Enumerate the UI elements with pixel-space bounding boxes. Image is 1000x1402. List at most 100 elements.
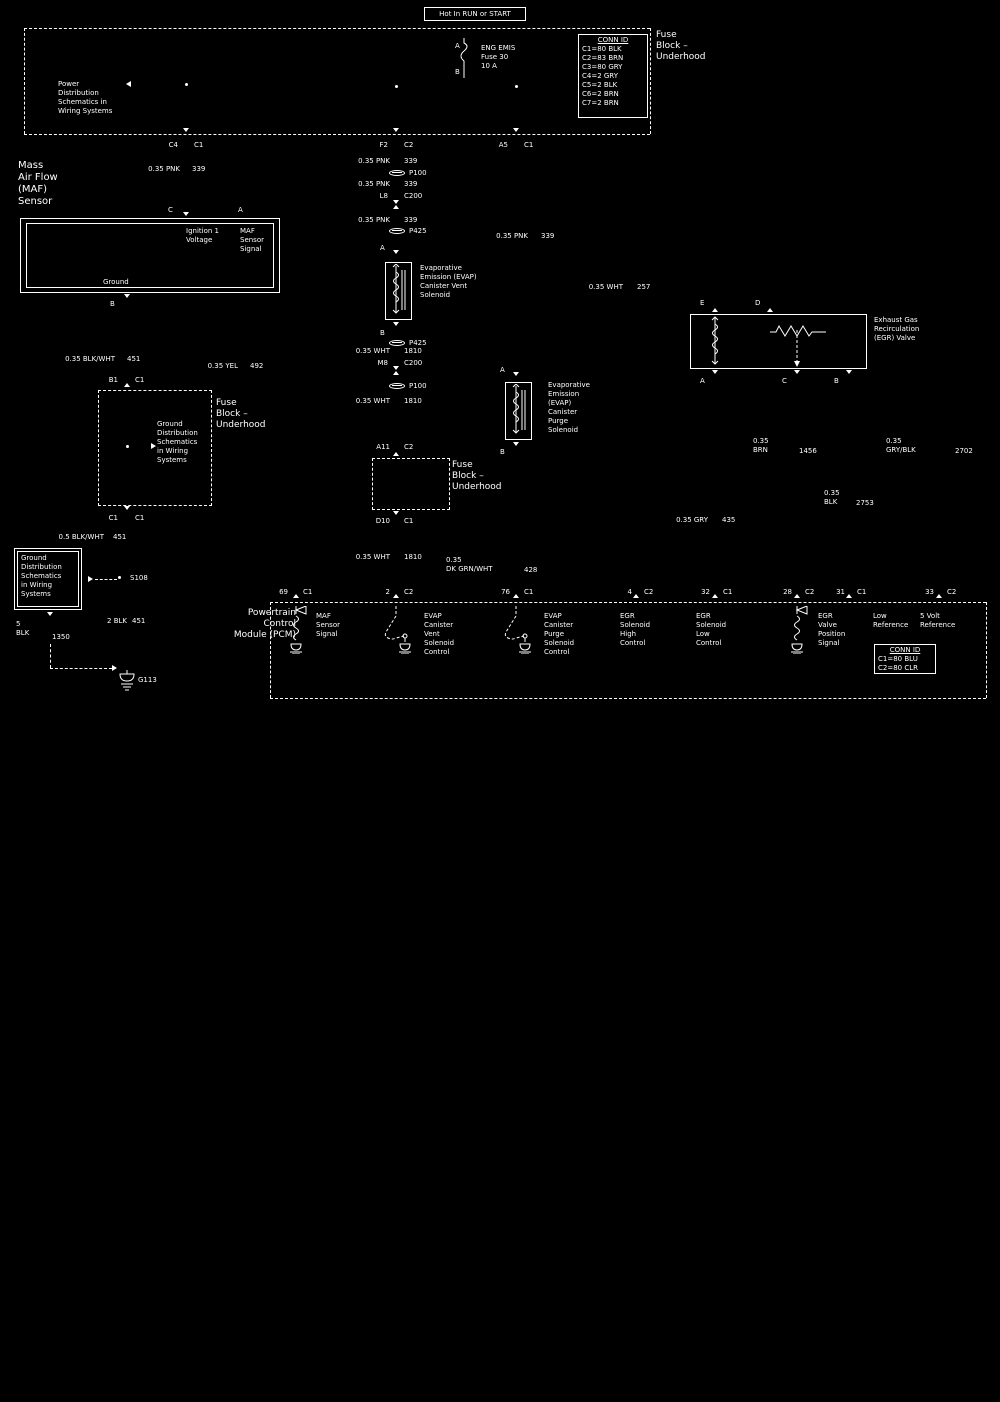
pcm-pin-2-arrow-icon (393, 594, 399, 598)
blk-1350-wire (0, 1038, 1, 1062)
egr-pin-a-label: A (700, 377, 705, 385)
pcm-pin-31-function: Low Reference (873, 612, 909, 629)
wire-label-pnk-purge: 0.35 PNK (496, 232, 528, 240)
pcm-pin-76-function: EVAP Canister Purge Solenoid Control (544, 612, 575, 656)
conn-id-box-pcm: CONN ID C1=80 BLU C2=80 CLR (874, 644, 936, 674)
fuse-terminal-a: A (455, 42, 460, 50)
blk-1350-dash-v (50, 644, 51, 668)
b1-connector-arrow-icon (124, 383, 130, 387)
evap-purge-solenoid-coil-icon (512, 384, 526, 434)
wire-number-gry-435: 435 (722, 516, 736, 524)
power-distribution-arrow-icon (126, 81, 131, 87)
pcm-pin-69-function: MAF Sensor Signal (316, 612, 340, 638)
pcm-input-buffer-69-icon (290, 606, 307, 654)
splice-p100-upper-label: P100 (409, 169, 427, 177)
pcm-pin-4-connector: C2 (644, 588, 654, 596)
a5-connector-arrow-icon (513, 128, 519, 132)
evap-vent-pin-b-arrow-icon (393, 322, 399, 326)
ground-main-wire (0, 872, 1, 1038)
d10-arrow-icon (393, 511, 399, 515)
conn-id-row-c3: C3=80 GRY (582, 63, 623, 71)
f2-connector-arrow-icon (393, 128, 399, 132)
connector-c1-left-label: C1 (108, 514, 118, 522)
wire-label-pnk-maf: 0.35 PNK (148, 165, 180, 173)
pnk-wire-seg4 (0, 1129, 1, 1149)
blk-1350-dash-h (50, 668, 112, 669)
maf-ground-fn: Ground (103, 278, 129, 286)
wire-label-blkwht-05: 0.5 BLK/WHT (58, 533, 104, 541)
wire-number-wht-257: 257 (637, 283, 651, 291)
egr-pin-e-arrow-icon (712, 308, 718, 312)
wire-number-dkgrnwht: 428 (524, 566, 538, 574)
pcm-pin-33-arrow-icon (936, 594, 942, 598)
egr-valve-title: Exhaust Gas Recirculation (EGR) Valve (874, 316, 920, 342)
maf-pin-b-arrow-icon (124, 294, 130, 298)
splice-p100-lower (389, 383, 405, 389)
pnk-wire-seg3 (0, 1111, 1, 1129)
wire-label-blkwht-maf-gnd: 0.35 BLK/WHT (65, 355, 115, 363)
pcm-pin-76-connector: C1 (524, 588, 534, 596)
evap-purge-solenoid-title: Evaporative Emission (EVAP) Canister Pur… (548, 381, 590, 434)
evap-vent-pin-b-label: B (380, 329, 385, 337)
pcm-pin-33-function: 5 Volt Reference (920, 612, 956, 629)
wht-wire-seg1 (0, 1161, 1, 1185)
wire-label-gry-435: 0.35 GRY (676, 516, 708, 524)
fuse-block-right-border (650, 28, 651, 134)
egr-pin-a-arrow-icon (712, 370, 718, 374)
wire-number-blk-2753: 2753 (856, 499, 874, 507)
wire-label-blk-2753: 0.35 BLK (824, 489, 840, 506)
pcm-pin-32-function: EGR Solenoid Low Control (696, 612, 727, 647)
m8-c200-arrow-up-icon (393, 371, 399, 375)
pcm-pin-28-function: EGR Valve Position Signal (818, 612, 846, 647)
wire-label-wht-2: 0.35 WHT (355, 397, 390, 405)
egr-pin-b-label: B (834, 377, 839, 385)
pcm-pin-28-number: 28 (783, 588, 792, 596)
fuse-number: Fuse 30 (481, 53, 509, 61)
wire-number-blkwht-05: 451 (113, 533, 127, 541)
egr-pin-b-arrow-icon (846, 370, 852, 374)
wire-label-brn-1456: 0.35 BRN (753, 437, 769, 454)
maf-pin-a-label: A (238, 206, 243, 214)
wht-wire-seg4 (0, 1301, 1, 1385)
s108-dash-lead (95, 579, 117, 580)
pcm-pin-32-connector: C1 (723, 588, 733, 596)
connector-a5-c1-label: C1 (524, 141, 534, 149)
evap-vent-feed-wire (0, 167, 1, 215)
pcm-pin-31-number: 31 (836, 588, 845, 596)
pcm-bottom-border (270, 698, 986, 699)
pcm-input-buffer-28-icon (791, 606, 808, 654)
wire-label-wht-3: 0.35 WHT (355, 553, 390, 561)
connector-b1-c1-label: C1 (135, 376, 145, 384)
pnk-wire-seg2 (0, 1089, 1, 1111)
evap-vent-solenoid-title: Evaporative Emission (EVAP) Canister Ven… (420, 264, 477, 299)
wire-label-pnk-1: 0.35 PNK (358, 157, 390, 165)
fuse-block-lower-internal-wire (0, 1249, 1, 1301)
splice-p425-upper-label: P425 (409, 227, 427, 235)
wire-number-wht-3: 1810 (404, 553, 422, 561)
wire-number-pnk-purge: 339 (541, 232, 555, 240)
evap-purge-feed-wire (0, 215, 1, 263)
wht-wire-seg3 (0, 1193, 1, 1249)
junction-node-3 (515, 85, 518, 88)
c1-connector-arrow-icon (124, 506, 130, 510)
maf-pin-a-wire (0, 263, 1, 275)
ground-ref-lead (0, 871, 24, 872)
pcm-pin-31-connector: C1 (857, 588, 867, 596)
pcm-conn-id-row-c1: C1=80 BLU (878, 655, 918, 663)
maf-signal-wire (0, 359, 1, 755)
splice-p100-lower-label: P100 (409, 382, 427, 390)
connector-a11-c2-label: C2 (404, 443, 414, 451)
fuse-top-wire (0, 136, 40, 137)
wire-number-wht-1: 1810 (404, 347, 422, 355)
conn-id-row-c5: C5=2 BLK (582, 81, 618, 89)
pcm-pin-4-arrow-icon (633, 594, 639, 598)
maf-sensor-title: Mass Air Flow (MAF) Sensor (18, 160, 58, 207)
junction-node (185, 83, 188, 86)
pcm-pin-31-arrow-icon (846, 594, 852, 598)
g113-ground-icon (119, 670, 135, 691)
pcm-pin-33-connector: C2 (947, 588, 957, 596)
purge-pin-a-arrow-icon (513, 372, 519, 376)
junction-node-2 (395, 85, 398, 88)
c4-feed-wire (0, 1, 1, 51)
wht-wire-seg2 (0, 1185, 1, 1193)
